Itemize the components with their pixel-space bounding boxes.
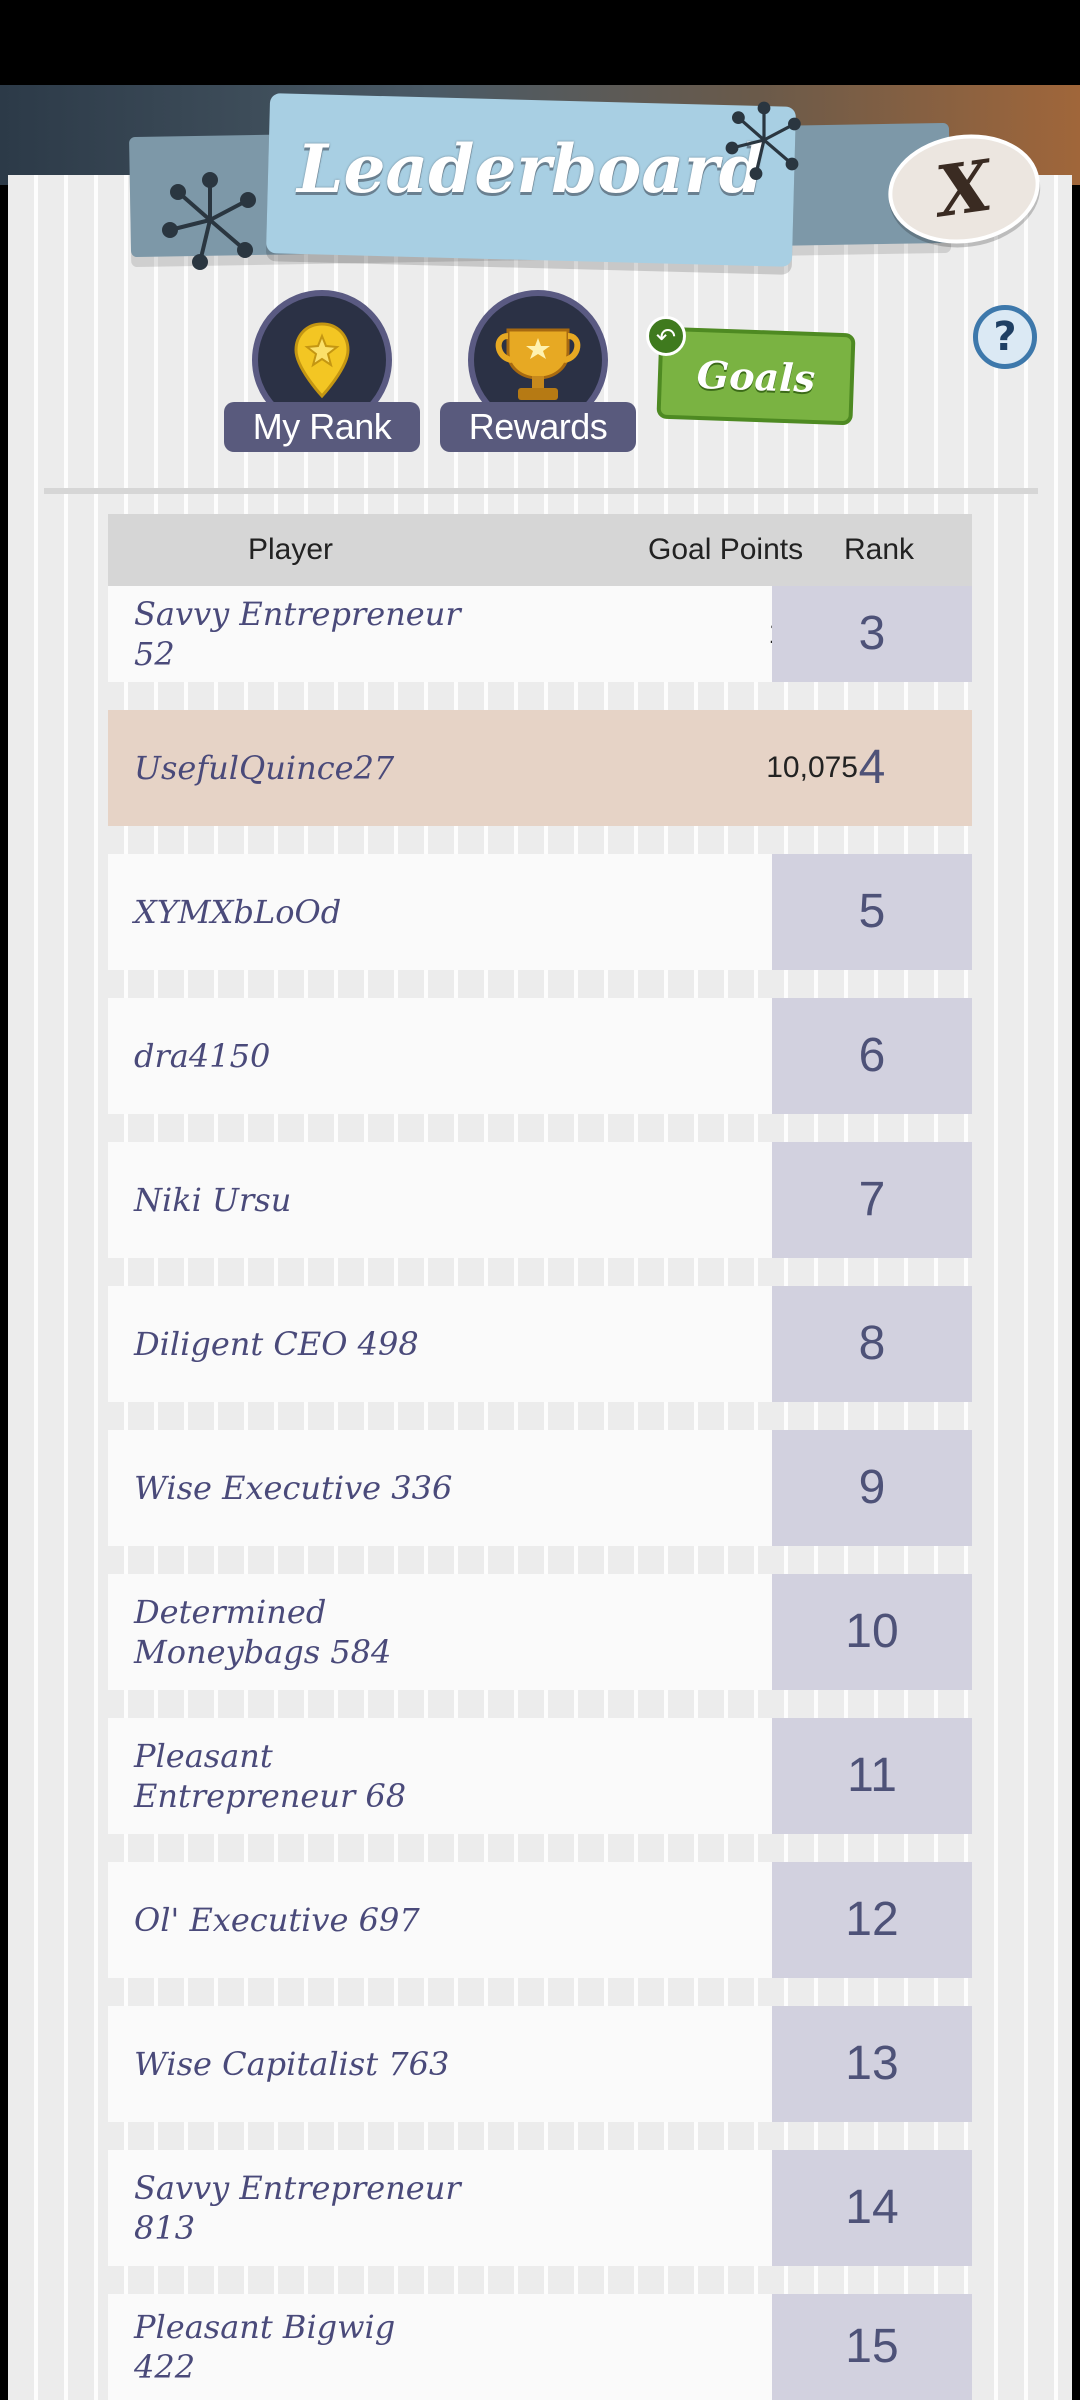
table-row[interactable]: Savvy Entrepreneur 52 11,855 3 [108, 586, 972, 682]
player-name: dra4150 [134, 1037, 271, 1075]
player-name: Pleasant Bigwig 422 [134, 2308, 396, 2386]
rank-value: 7 [772, 1142, 972, 1258]
back-arrow-icon: ↶ [646, 316, 686, 356]
player-name: Niki Ursu [134, 1181, 292, 1219]
table-row[interactable]: Pleasant Bigwig 422 1,930 15 [108, 2294, 972, 2400]
goals-button[interactable]: Goals [656, 326, 856, 426]
rank-value: 14 [772, 2150, 972, 2266]
page-title: Leaderboard [297, 130, 765, 208]
player-name: UsefulQuince27 [134, 749, 395, 787]
rank-value: 4 [858, 741, 886, 794]
table-row[interactable]: Niki Ursu 7,860 7 [108, 1142, 972, 1258]
rank-value: 10 [772, 1574, 972, 1690]
player-name: Wise Capitalist 763 [134, 2045, 450, 2083]
rank-value: 8 [772, 1286, 972, 1402]
player-name: Pleasant Entrepreneur 68 [134, 1737, 407, 1815]
my-rank-button[interactable]: My Rank [224, 290, 420, 456]
rank-column-header: Rank [844, 533, 915, 566]
player-name: Ol' Executive 697 [134, 1901, 420, 1939]
table-row[interactable]: Wise Capitalist 763 2,105 13 [108, 2006, 972, 2122]
table-row[interactable]: XYMXbLoOd 8,675 5 [108, 854, 972, 970]
points-column-header: Goal Points [648, 533, 804, 566]
starburst-icon [725, 101, 801, 180]
table-header: Player Goal Points Rank [108, 514, 972, 586]
table-row[interactable]: Pleasant Entrepreneur 68 4,810 11 [108, 1718, 972, 1834]
close-icon: X [931, 143, 997, 234]
rank-value: 5 [772, 854, 972, 970]
player-name: Savvy Entrepreneur 52 [134, 595, 461, 673]
table-row[interactable]: Diligent CEO 498 6,175 8 [108, 1286, 972, 1402]
player-column-header: Player [248, 533, 334, 566]
goals-label: Goals [696, 351, 816, 401]
trophy-icon [495, 328, 581, 400]
rank-value: 15 [772, 2294, 972, 2400]
divider [44, 488, 1038, 494]
table-row[interactable]: dra4150 8,265 6 [108, 998, 972, 1114]
table-row[interactable]: Determined Moneybags 584 4,935 10 [108, 1574, 972, 1690]
starburst-icon [162, 172, 256, 270]
table-row[interactable]: Ol' Executive 697 3,525 12 [108, 1862, 972, 1978]
rank-value: 9 [772, 1430, 972, 1546]
player-name: Diligent CEO 498 [134, 1325, 419, 1363]
rank-value: 6 [772, 998, 972, 1114]
player-name: Wise Executive 336 [134, 1469, 453, 1507]
player-name: XYMXbLoOd [134, 893, 342, 931]
table-row[interactable]: Wise Executive 336 5,650 9 [108, 1430, 972, 1546]
rank-value: 12 [772, 1862, 972, 1978]
question-icon: ? [993, 314, 1017, 360]
rank-value: 13 [772, 2006, 972, 2122]
rewards-button[interactable]: Rewards [440, 290, 636, 456]
table-row-current-player[interactable]: UsefulQuince27 10,075 4 [108, 710, 972, 826]
map-pin-star-icon [294, 322, 350, 399]
rank-value: 3 [772, 586, 972, 682]
table-row[interactable]: Savvy Entrepreneur 813 1,985 14 [108, 2150, 972, 2266]
player-name: Determined Moneybags 584 [134, 1593, 392, 1671]
help-button[interactable]: ? [973, 305, 1037, 369]
player-name: Savvy Entrepreneur 813 [134, 2169, 461, 2247]
rank-value: 11 [772, 1718, 972, 1834]
rewards-label: Rewards [440, 402, 636, 452]
my-rank-label: My Rank [224, 402, 420, 452]
